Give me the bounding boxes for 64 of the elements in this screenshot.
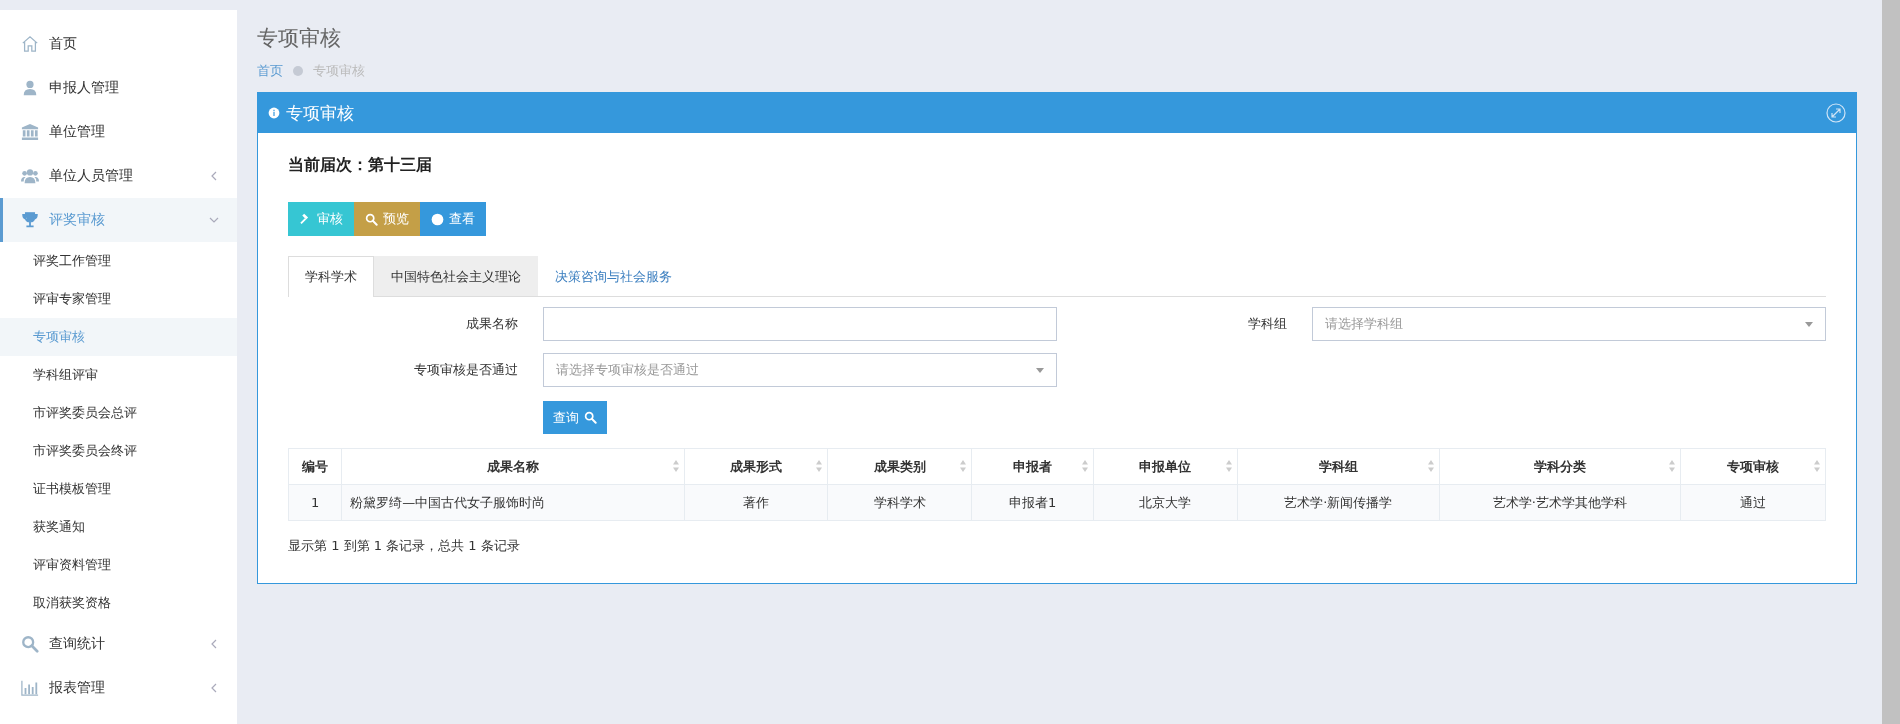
- sidebar-subitem[interactable]: 获奖通知: [0, 508, 237, 546]
- sidebar-item[interactable]: 报表管理: [0, 666, 237, 710]
- table-cell: 艺术学·艺术学其他学科: [1439, 484, 1681, 521]
- scrollbar[interactable]: [1882, 0, 1900, 724]
- column-header[interactable]: 成果形式: [684, 448, 828, 485]
- field-label: 成果名称: [465, 315, 519, 333]
- breadcrumb-dot-icon: [293, 66, 303, 76]
- sort-icon[interactable]: [1080, 459, 1089, 473]
- input-field[interactable]: [543, 307, 1057, 341]
- table-cell: 学科学术: [827, 484, 972, 521]
- column-header[interactable]: 成果类别: [827, 448, 972, 485]
- sidebar-subitem[interactable]: 市评奖委员会终评: [0, 432, 237, 470]
- trophy-icon: [21, 211, 39, 229]
- sidebar-subitem[interactable]: 学科组评审: [0, 356, 237, 394]
- sort-icon[interactable]: [1667, 459, 1676, 473]
- session-heading: 当前届次：第十三届: [288, 155, 433, 176]
- sort-icon[interactable]: [1813, 459, 1821, 473]
- field-label: 学科组: [1247, 315, 1288, 333]
- page-title: 专项审核: [257, 25, 342, 52]
- column-header: 编号: [288, 448, 342, 485]
- sort-icon[interactable]: [815, 459, 824, 473]
- users-icon: [21, 167, 39, 185]
- search-icon: [365, 212, 378, 226]
- sort-icon[interactable]: [672, 459, 680, 473]
- expand-icon[interactable]: [1826, 103, 1846, 123]
- bank-icon: [21, 123, 39, 141]
- panel-title: 专项审核: [286, 101, 354, 125]
- sidebar-item[interactable]: 单位人员管理: [0, 154, 237, 198]
- tab[interactable]: 学科学术: [288, 256, 374, 297]
- search-icon: [584, 411, 597, 424]
- sidebar-item[interactable]: 查询统计: [0, 622, 237, 666]
- user-icon: [21, 79, 39, 97]
- table-cell: 艺术学·新闻传播学: [1237, 484, 1440, 521]
- sidebar-subitem[interactable]: 市评奖委员会总评: [0, 394, 237, 432]
- sidebar-subitem[interactable]: 证书模板管理: [0, 470, 237, 508]
- table-cell: 北京大学: [1093, 484, 1238, 521]
- table-cell: 申报者1: [971, 484, 1094, 521]
- sort-icon[interactable]: [1426, 459, 1435, 473]
- sidebar-subitem[interactable]: 评审专家管理: [0, 280, 237, 318]
- tab[interactable]: 中国特色社会主义理论: [374, 256, 538, 296]
- sidebar-item[interactable]: 申报人管理: [0, 66, 237, 110]
- column-header[interactable]: 申报者: [971, 448, 1094, 485]
- column-header[interactable]: 成果名称: [341, 448, 685, 485]
- column-header[interactable]: 学科分类: [1439, 448, 1681, 485]
- column-header[interactable]: 申报单位: [1093, 448, 1238, 485]
- column-header[interactable]: 学科组: [1237, 448, 1440, 485]
- sidebar-subitem[interactable]: 取消获奖资格: [0, 584, 237, 622]
- search-icon: [21, 635, 39, 653]
- sort-icon[interactable]: [1225, 459, 1233, 473]
- pagination-info: 显示第 1 到第 1 条记录，总共 1 条记录: [288, 537, 521, 555]
- tab[interactable]: 决策咨询与社会服务: [538, 256, 689, 296]
- home-icon: [21, 35, 39, 53]
- sidebar-subitem[interactable]: 评审资料管理: [0, 546, 237, 584]
- table-cell: 通过: [1680, 484, 1826, 521]
- field-label: 专项审核是否通过: [413, 361, 519, 379]
- table-cell: 粉黛罗绮—中国古代女子服饰时尚: [341, 484, 685, 521]
- column-header[interactable]: 专项审核: [1680, 448, 1826, 485]
- sidebar-item[interactable]: 首页: [0, 22, 237, 66]
- sidebar-item[interactable]: 单位管理: [0, 110, 237, 154]
- sidebar-subitem[interactable]: 评奖工作管理: [0, 242, 237, 280]
- table-cell: 1: [288, 484, 342, 521]
- bar-chart-icon: [21, 679, 39, 697]
- sort-icon[interactable]: [959, 459, 968, 473]
- table-cell: 著作: [684, 484, 828, 521]
